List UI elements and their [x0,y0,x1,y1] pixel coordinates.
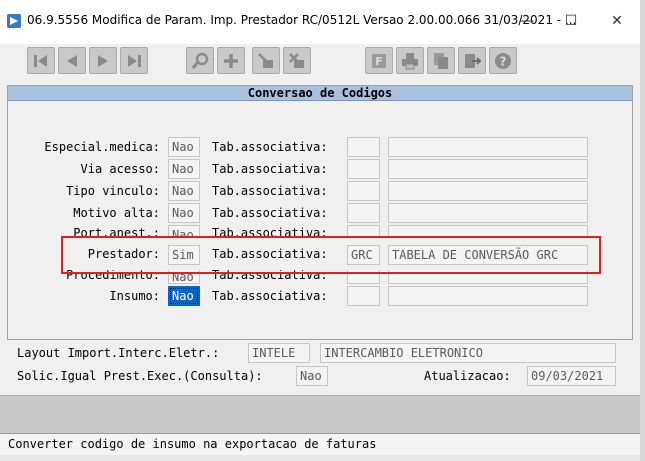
atualizacao-field: 09/03/2021 [527,366,616,386]
prev-record-button[interactable] [58,47,86,74]
atualizacao-label: Atualizacao: [424,369,511,383]
copy-button[interactable] [427,47,455,74]
print-icon [402,52,418,69]
motivo-alta-field[interactable]: Nao [168,203,200,223]
add-button[interactable] [217,47,245,74]
minimize-button[interactable]: — [512,8,542,34]
especial-medica-field[interactable]: Nao [168,137,200,157]
motivo-alta-label: Motivo alta: [73,206,160,220]
first-record-icon [34,54,47,67]
tipo-vinculo-field[interactable]: Nao [168,181,200,201]
motivo-alta-desc-field [388,203,588,223]
especial-medica-code-field[interactable] [347,137,380,157]
tab-associativa-label: Tab.associativa: [212,206,328,220]
solic-igual-field[interactable]: Nao [296,366,328,386]
add-icon [224,53,238,68]
first-record-button[interactable] [27,47,55,74]
layout-import-label: Layout Import.Interc.Eletr.: [17,346,220,360]
especial-medica-desc-field [388,137,588,157]
via-acesso-desc-field [388,159,588,179]
search-button[interactable] [186,47,214,74]
tipo-vinculo-desc-field [388,181,588,201]
last-record-icon [128,54,141,67]
status-bar: Converter codigo de insumo na exportacao… [0,433,640,455]
layout-code-field[interactable]: INTELE [248,343,310,363]
tab-associativa-label: Tab.associativa: [212,289,328,303]
solic-igual-label: Solic.Igual Prest.Exec.(Consulta): [17,369,263,383]
last-record-button[interactable] [120,47,148,74]
insumo-code-field[interactable] [347,286,380,306]
print-button[interactable] [396,47,424,74]
especial-medica-label: Especial.medica: [44,140,160,154]
layout-desc-field: INTERCAMBIO ELETRONICO [320,343,616,363]
insumo-desc-field [388,286,588,306]
filter-button[interactable]: F [365,47,393,74]
panel-title: Conversao de Codigos [8,86,632,101]
tipo-vinculo-label: Tipo vinculo: [66,184,160,198]
close-button[interactable]: ✕ [602,8,632,34]
tab-associativa-label: Tab.associativa: [212,184,328,198]
next-record-button[interactable] [89,47,117,74]
delete-button[interactable] [283,47,311,74]
tab-associativa-label: Tab.associativa: [212,140,328,154]
help-button[interactable]: ? [489,47,517,74]
next-record-icon [98,54,108,67]
insumo-label: Insumo: [109,289,160,303]
tipo-vinculo-code-field[interactable] [347,181,380,201]
tab-associativa-label: Tab.associativa: [212,162,328,176]
filter-letter: F [375,55,383,68]
filter-icon: F [372,53,386,68]
exit-button[interactable] [458,47,486,74]
bottom-strip [0,455,640,461]
delete-icon [289,52,304,68]
window-edge [640,0,645,461]
via-acesso-label: Via acesso: [80,162,160,176]
motivo-alta-code-field[interactable] [347,203,380,223]
help-icon: ? [495,52,511,69]
prev-record-icon [67,54,77,67]
help-glyph: ? [500,54,507,68]
exit-icon [465,53,482,68]
maximize-button[interactable]: ☐ [556,8,586,34]
via-acesso-code-field[interactable] [347,159,380,179]
edit-button[interactable] [252,47,280,74]
search-icon [191,52,209,69]
via-acesso-field[interactable]: Nao [168,159,200,179]
progress-app-icon [6,13,22,29]
copy-icon [434,52,448,69]
edit-icon [258,52,273,68]
bottom-gray-area [0,395,640,433]
window-title: 06.9.5556 Modifica de Param. Imp. Presta… [27,13,577,27]
prestador-highlight-box [61,236,601,274]
insumo-field[interactable]: Nao [168,286,200,306]
